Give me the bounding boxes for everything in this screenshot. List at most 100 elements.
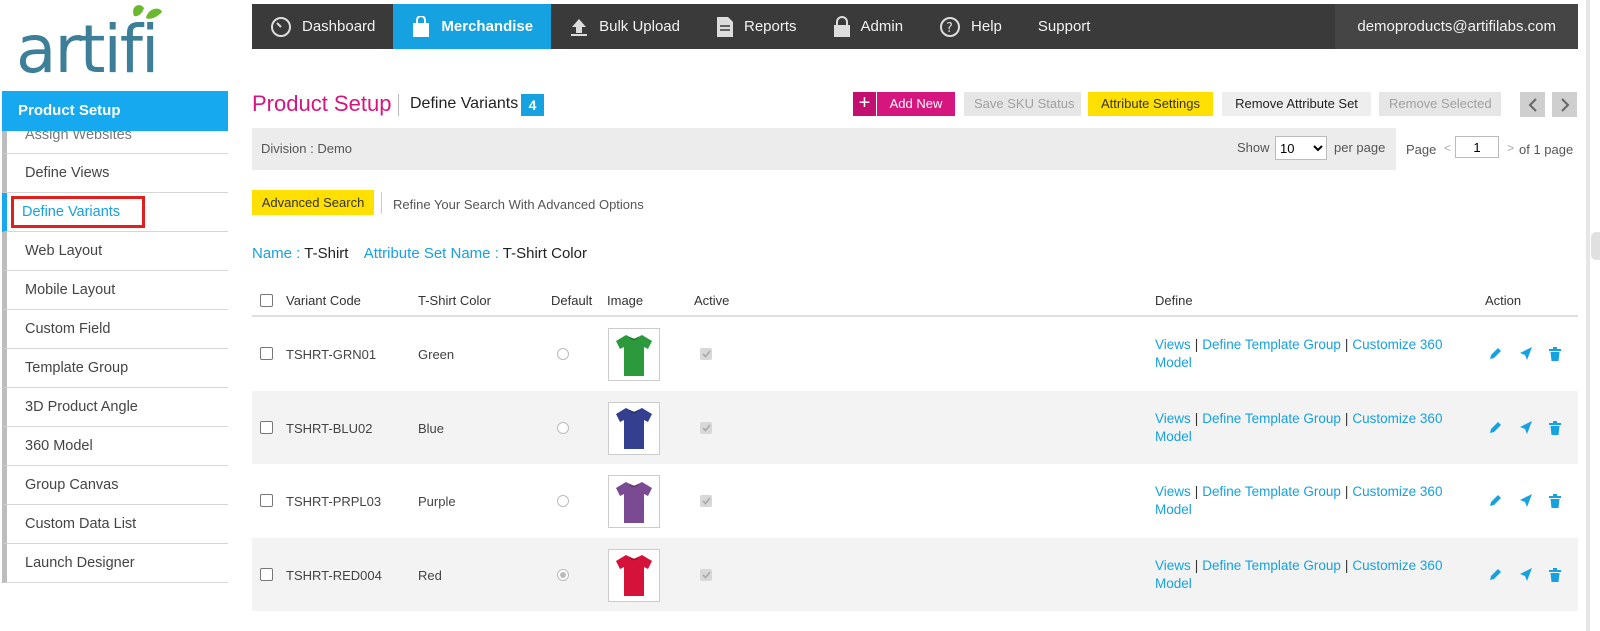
nav-reports[interactable]: Reports xyxy=(698,4,815,49)
page-scrollbar[interactable] xyxy=(1586,0,1590,631)
define-links: Views | Define Template Group | Customize 36… xyxy=(1155,336,1455,372)
edit-icon[interactable] xyxy=(1487,567,1503,583)
sidebar-item-launch-designer[interactable]: Launch Designer xyxy=(2,544,228,583)
edit-icon[interactable] xyxy=(1487,346,1503,362)
prev-arrow-button[interactable] xyxy=(1520,92,1545,117)
table-row: TSHRT-PRPL03 Purple Views | Define Templat… xyxy=(252,464,1578,538)
sidebar-item-mobile-layout[interactable]: Mobile Layout xyxy=(2,271,228,310)
sidebar-item-define-variants[interactable]: Define Variants xyxy=(2,193,228,232)
sidebar-item-360-model[interactable]: 360 Model xyxy=(2,427,228,466)
nav-merchandise[interactable]: Merchandise xyxy=(393,4,552,49)
link-separator: | xyxy=(1194,410,1199,426)
sidebar-item-custom-data-list[interactable]: Custom Data List xyxy=(2,505,228,544)
tshirt-image xyxy=(616,555,652,596)
advanced-search-divider xyxy=(381,192,382,214)
sidebar-item-template-group[interactable]: Template Group xyxy=(2,349,228,388)
views-link[interactable]: Views xyxy=(1155,337,1191,352)
table-row: TSHRT-GRN01 Green Views | Define Template … xyxy=(252,317,1578,391)
col-default: Default xyxy=(551,293,593,308)
add-new-button[interactable]: + Add New xyxy=(853,92,955,116)
nav-bulk-upload[interactable]: Bulk Upload xyxy=(551,4,698,49)
page-label: Page xyxy=(1406,142,1437,157)
variant-image[interactable] xyxy=(608,401,660,455)
variant-image[interactable] xyxy=(608,328,660,381)
define-template-group-link[interactable]: Define Template Group xyxy=(1202,411,1341,426)
trash-icon[interactable] xyxy=(1547,420,1563,436)
edit-icon[interactable] xyxy=(1487,420,1503,436)
default-radio[interactable] xyxy=(557,348,569,360)
per-page-select[interactable]: 10 xyxy=(1275,136,1327,160)
row-checkbox[interactable] xyxy=(260,567,273,581)
trash-icon[interactable] xyxy=(1547,346,1563,362)
default-radio[interactable] xyxy=(557,568,569,581)
nav-admin[interactable]: Admin xyxy=(815,4,922,49)
send-icon[interactable] xyxy=(1518,346,1534,362)
active-checkbox[interactable] xyxy=(700,568,712,581)
send-icon[interactable] xyxy=(1518,493,1534,509)
send-icon[interactable] xyxy=(1518,567,1534,583)
artifi-logo[interactable]: artifi xyxy=(16,4,206,88)
show-label: Show xyxy=(1237,140,1270,155)
sidebar-list: Assign Websites Define Views Define Vari… xyxy=(2,131,228,586)
active-checkbox[interactable] xyxy=(700,495,712,507)
active-checkbox[interactable] xyxy=(700,348,712,360)
trash-icon[interactable] xyxy=(1547,567,1563,583)
select-all-checkbox[interactable] xyxy=(260,294,273,307)
svg-text:artifi: artifi xyxy=(16,11,157,82)
row-checkbox[interactable] xyxy=(260,347,273,360)
trash-icon[interactable] xyxy=(1547,493,1563,509)
default-radio[interactable] xyxy=(557,421,569,434)
pager: Page < > of 1 page xyxy=(1390,128,1578,170)
edit-icon[interactable] xyxy=(1487,493,1503,509)
remove-selected-button[interactable]: Remove Selected xyxy=(1379,92,1501,116)
variant-image[interactable] xyxy=(608,548,660,602)
nav-dashboard[interactable]: Dashboard xyxy=(252,4,393,49)
default-radio[interactable] xyxy=(557,495,569,507)
chevron-right-icon xyxy=(1560,97,1569,112)
nav-help[interactable]: ? Help xyxy=(921,4,1020,49)
send-icon[interactable] xyxy=(1518,420,1534,436)
sidebar-item-web-layout[interactable]: Web Layout xyxy=(2,232,228,271)
variant-code: TSHRT-RED004 xyxy=(286,567,382,583)
sidebar-item-group-canvas[interactable]: Group Canvas xyxy=(2,466,228,505)
views-link[interactable]: Views xyxy=(1155,411,1191,426)
side-handle[interactable] xyxy=(1591,232,1600,260)
chevron-left-icon xyxy=(1528,97,1537,112)
sidebar-item-3d-product-angle[interactable]: 3D Product Angle xyxy=(2,388,228,427)
sidebar-item-custom-field[interactable]: Custom Field xyxy=(2,310,228,349)
variant-code: TSHRT-GRN01 xyxy=(286,347,377,362)
nav-label: Dashboard xyxy=(302,18,376,35)
variant-image[interactable] xyxy=(608,475,660,528)
help-icon: ? xyxy=(940,16,961,37)
user-email[interactable]: demoproducts@artifilabs.com xyxy=(1335,4,1578,49)
define-template-group-link[interactable]: Define Template Group xyxy=(1202,484,1341,499)
page-number-input[interactable] xyxy=(1455,136,1499,158)
page-next[interactable]: > xyxy=(1507,141,1514,155)
sidebar-title: Product Setup xyxy=(2,91,228,131)
define-template-group-link[interactable]: Define Template Group xyxy=(1202,337,1341,352)
tshirt-image xyxy=(616,408,652,449)
advanced-search-hint: Refine Your Search With Advanced Options xyxy=(393,197,644,212)
row-checkbox[interactable] xyxy=(260,494,273,507)
link-separator: | xyxy=(1344,410,1349,426)
views-link[interactable]: Views xyxy=(1155,558,1191,573)
define-links: Views | Define Template Group | Customize 36… xyxy=(1155,557,1455,593)
next-arrow-button[interactable] xyxy=(1552,92,1577,117)
page-prev[interactable]: < xyxy=(1444,141,1451,155)
active-checkbox[interactable] xyxy=(700,421,712,434)
product-info: Name : T-Shirt Attribute Set Name : T-Sh… xyxy=(252,245,599,262)
row-checkbox[interactable] xyxy=(260,420,273,434)
sidebar-item-assign-websites[interactable]: Assign Websites xyxy=(2,131,228,154)
link-separator: | xyxy=(1344,484,1349,499)
advanced-search-button[interactable]: Advanced Search xyxy=(252,190,374,215)
remove-attribute-set-button[interactable]: Remove Attribute Set xyxy=(1222,92,1371,116)
define-template-group-link[interactable]: Define Template Group xyxy=(1202,558,1341,573)
nav-label: Bulk Upload xyxy=(599,18,680,35)
shopping-bag-icon xyxy=(413,15,430,37)
sidebar-item-define-views[interactable]: Define Views xyxy=(2,154,228,193)
nav-support[interactable]: Support xyxy=(1020,4,1109,49)
views-link[interactable]: Views xyxy=(1155,484,1191,499)
svg-text:?: ? xyxy=(946,21,953,36)
attribute-settings-button[interactable]: Attribute Settings xyxy=(1088,92,1213,116)
save-sku-status-button[interactable]: Save SKU Status xyxy=(964,92,1081,116)
